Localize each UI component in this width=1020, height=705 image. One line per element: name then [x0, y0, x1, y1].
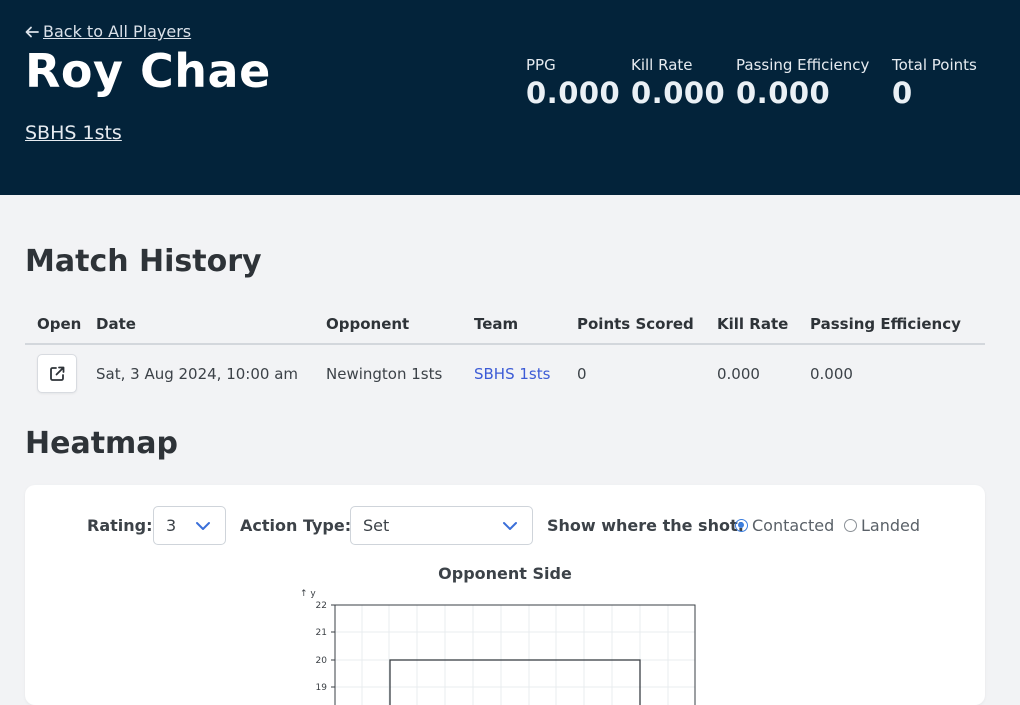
team-cell: SBHS 1sts	[474, 344, 577, 402]
table-row: Sat, 3 Aug 2024, 10:00 am Newington 1sts…	[25, 344, 985, 402]
match-history-title: Match History	[25, 244, 262, 279]
stat-passing-efficiency: Passing Efficiency 0.000	[736, 56, 869, 110]
back-to-players-link[interactable]: Back to All Players	[25, 22, 191, 41]
radio-contacted-indicator[interactable]	[735, 519, 748, 532]
back-link-label: Back to All Players	[43, 22, 192, 41]
action-type-label: Action Type:	[240, 516, 352, 535]
radio-contacted-label: Contacted	[752, 516, 835, 535]
external-link-icon	[50, 366, 65, 381]
radio-landed[interactable]: Landed	[844, 516, 920, 535]
radio-landed-label: Landed	[861, 516, 921, 535]
y-tick-label: 22	[316, 601, 327, 611]
rating-select-value: 3	[166, 516, 177, 535]
chevron-down-icon	[503, 522, 517, 530]
player-header: Back to All Players Roy Chae SBHS 1sts P…	[0, 0, 1020, 195]
action-type-select[interactable]: Set	[350, 506, 533, 545]
player-name: Roy Chae	[25, 44, 271, 98]
rating-label: Rating:	[87, 516, 153, 535]
stat-label: PPG	[526, 56, 556, 74]
y-tick-label: 19	[316, 683, 328, 693]
stat-label: Kill Rate	[631, 56, 693, 74]
column-header-opponent: Opponent	[326, 305, 474, 345]
rating-select[interactable]: 3	[153, 506, 226, 545]
stat-value: 0.000	[736, 76, 831, 110]
kill-rate-cell: 0.000	[717, 364, 760, 383]
stat-label: Total Points	[892, 56, 977, 74]
team-cell-link[interactable]: SBHS 1sts	[474, 365, 550, 383]
column-header-open: Open	[25, 305, 96, 345]
y-tick-label: 20	[316, 656, 328, 666]
stat-total-points: Total Points 0	[892, 56, 977, 110]
date-cell: Sat, 3 Aug 2024, 10:00 am	[96, 364, 299, 383]
heatmap-card: Rating: 3 Action Type: Set Show where th…	[25, 485, 985, 705]
column-header-kill-rate: Kill Rate	[717, 305, 810, 345]
match-history-table: Open Date Opponent Team Points Scored Ki…	[25, 305, 985, 402]
column-header-team: Team	[474, 305, 577, 345]
heatmap-chart-title: Opponent Side	[438, 564, 572, 583]
table-header-row: Open Date Opponent Team Points Scored Ki…	[25, 305, 985, 345]
y-tick-label: 21	[316, 628, 327, 638]
column-header-date: Date	[96, 305, 326, 345]
stat-value: 0.000	[631, 76, 726, 110]
passing-efficiency-cell: 0.000	[810, 364, 853, 383]
chevron-down-icon	[196, 522, 210, 530]
open-match-button[interactable]	[37, 354, 77, 393]
column-header-passing-efficiency: Passing Efficiency	[810, 305, 985, 345]
radio-landed-indicator[interactable]	[844, 519, 857, 532]
show-where-label: Show where the shot:	[547, 516, 745, 535]
stat-label: Passing Efficiency	[736, 56, 870, 74]
opponent-cell: Newington 1sts	[326, 364, 443, 383]
action-type-select-value: Set	[363, 516, 390, 535]
stat-ppg: PPG 0.000	[526, 56, 620, 110]
court-boundary	[389, 659, 641, 705]
arrow-left-icon	[25, 26, 39, 37]
y-axis-label: ↑ y	[300, 589, 316, 599]
radio-contacted[interactable]: Contacted	[735, 516, 834, 535]
heatmap-court-chart: ↑ y 22 21 20 19	[300, 589, 696, 705]
points-scored-cell: 0	[577, 364, 587, 383]
stat-value: 0.000	[526, 76, 621, 110]
stat-value: 0	[892, 76, 913, 110]
team-link[interactable]: SBHS 1sts	[25, 122, 122, 144]
heatmap-title: Heatmap	[25, 426, 179, 461]
open-cell	[25, 344, 96, 402]
stat-kill-rate: Kill Rate 0.000	[631, 56, 725, 110]
column-header-points-scored: Points Scored	[577, 305, 717, 345]
grid-lines	[335, 604, 695, 705]
